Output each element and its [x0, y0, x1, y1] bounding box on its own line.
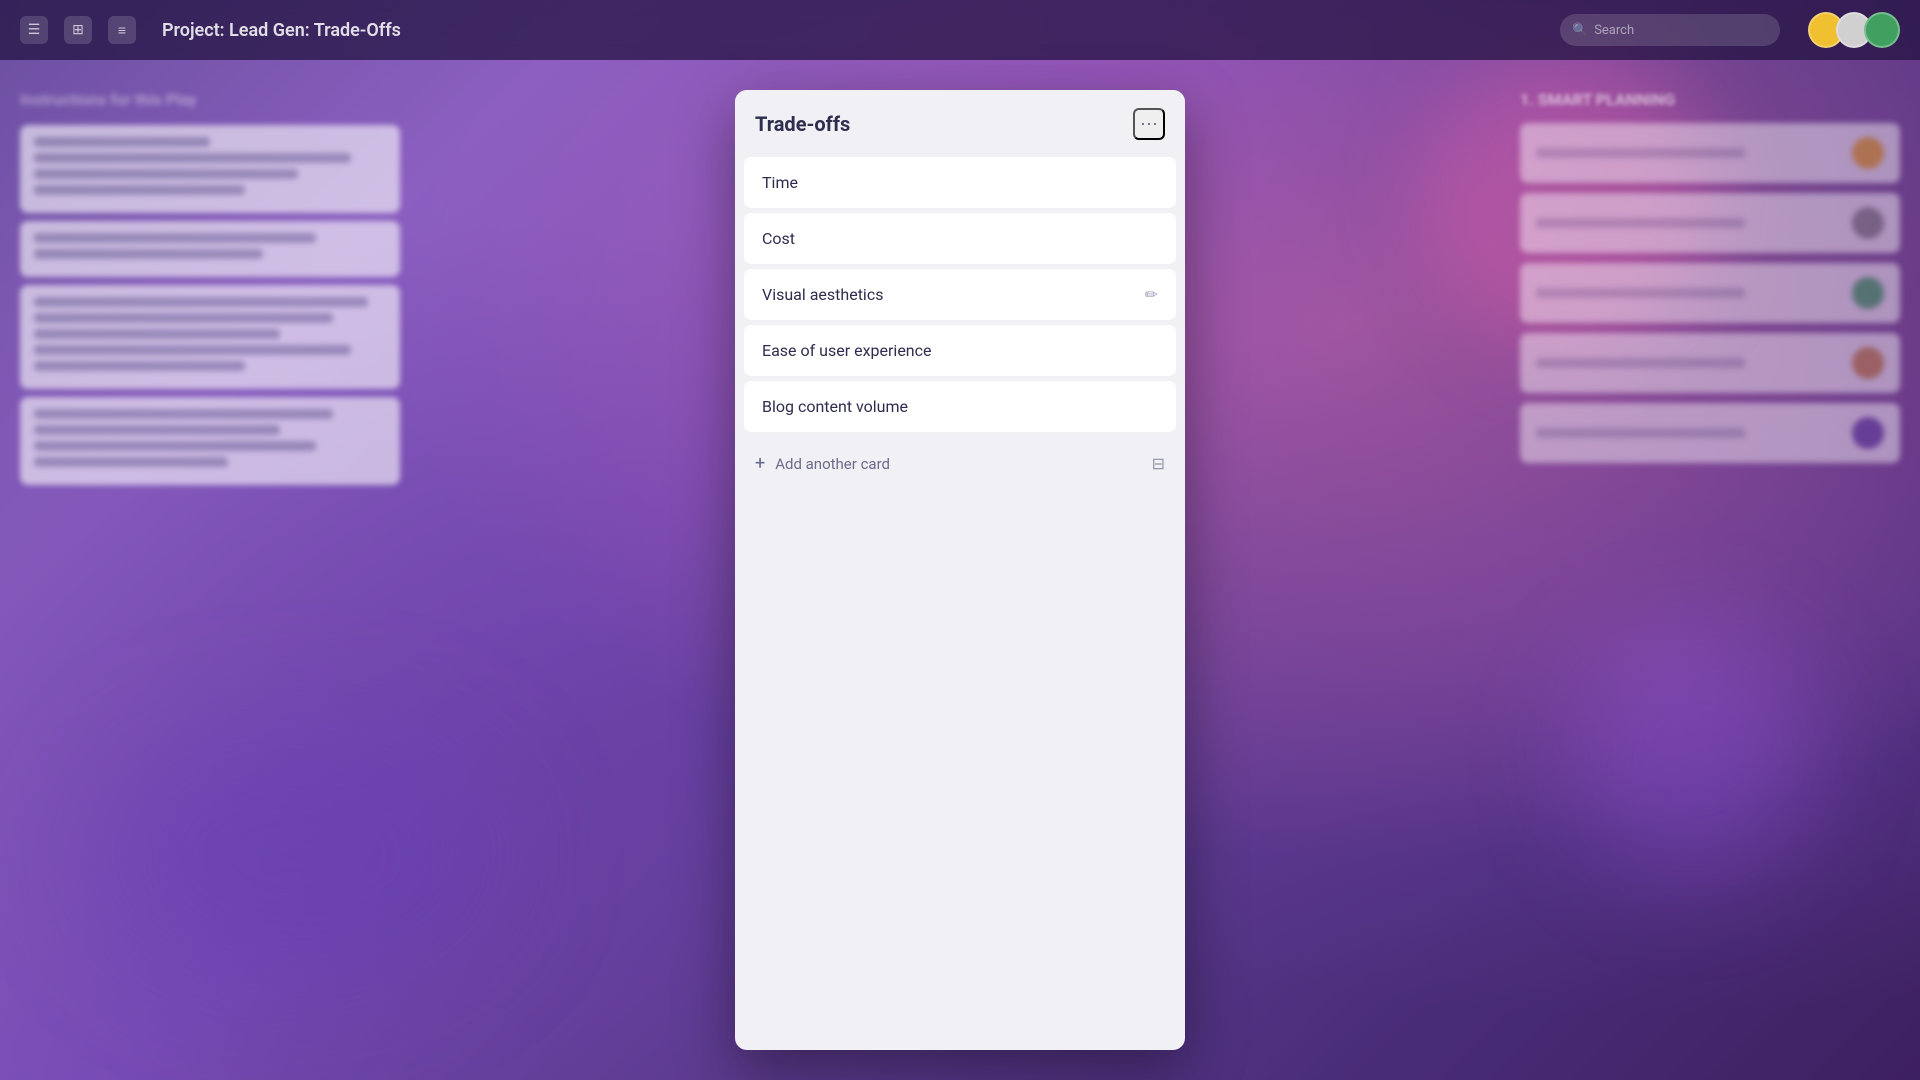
right-line	[1536, 358, 1745, 368]
right-card-5	[1520, 403, 1900, 463]
left-column-content	[20, 125, 400, 485]
right-line	[1536, 148, 1745, 158]
add-card-label: Add another card	[775, 455, 890, 473]
card-cost-label: Cost	[762, 229, 795, 248]
right-avatar-1	[1852, 137, 1884, 169]
right-line	[1536, 428, 1745, 438]
blurred-line	[34, 329, 280, 339]
card-visual-aesthetics[interactable]: Visual aesthetics ✏	[743, 268, 1177, 321]
blurred-card-4	[20, 397, 400, 485]
menu-icon[interactable]: ☰	[20, 16, 48, 44]
blurred-line	[34, 249, 263, 259]
avatar-3	[1864, 12, 1900, 48]
blurred-line	[34, 137, 210, 147]
blurred-line	[34, 361, 245, 371]
card-ease-label: Ease of user experience	[762, 341, 932, 360]
right-line	[1536, 288, 1745, 298]
card-blog-label: Blog content volume	[762, 397, 908, 416]
right-column-title: 1. SMART PLANNING	[1520, 90, 1900, 109]
left-column: Instructions for this Play	[20, 90, 400, 1050]
add-card-left: + Add another card	[755, 453, 890, 474]
edit-icon: ✏	[1145, 285, 1158, 304]
right-column-content	[1520, 123, 1900, 463]
blurred-line	[34, 457, 228, 467]
right-line	[1536, 218, 1745, 228]
panel-header: Trade-offs ⋯	[735, 90, 1185, 156]
blurred-card-1	[20, 125, 400, 213]
blurred-line	[34, 345, 351, 355]
board: Instructions for this Play	[0, 60, 1920, 1080]
right-avatar-2	[1852, 207, 1884, 239]
card-blog-content[interactable]: Blog content volume	[743, 380, 1177, 433]
card-cost[interactable]: Cost	[743, 212, 1177, 265]
tradeoffs-panel: Trade-offs ⋯ Time Cost Visual aesthetics…	[735, 90, 1185, 1050]
list-icon[interactable]: ≡	[108, 16, 136, 44]
blurred-line	[34, 441, 316, 451]
blurred-line	[34, 409, 333, 419]
right-avatar-3	[1852, 277, 1884, 309]
blurred-line	[34, 425, 280, 435]
blurred-card-2	[20, 221, 400, 277]
topbar: ☰ ⊞ ≡ Project: Lead Gen: Trade-Offs 🔍 Se…	[0, 0, 1920, 60]
blurred-line	[34, 153, 351, 163]
blurred-line	[34, 169, 298, 179]
left-column-title: Instructions for this Play	[20, 90, 400, 109]
card-ease-ux[interactable]: Ease of user experience	[743, 324, 1177, 377]
search-bar[interactable]: 🔍 Search	[1560, 14, 1780, 46]
center-column: Trade-offs ⋯ Time Cost Visual aesthetics…	[420, 90, 1500, 1050]
panel-title: Trade-offs	[755, 112, 850, 136]
card-visual-label: Visual aesthetics	[762, 285, 883, 304]
grid-icon[interactable]: ⊞	[64, 16, 92, 44]
blurred-card-3	[20, 285, 400, 389]
blurred-line	[34, 297, 368, 307]
card-time[interactable]: Time	[743, 156, 1177, 209]
search-icon: 🔍	[1572, 23, 1588, 38]
blurred-line	[34, 233, 316, 243]
search-placeholder: Search	[1594, 23, 1634, 38]
right-card-3	[1520, 263, 1900, 323]
right-avatar-4	[1852, 347, 1884, 379]
right-card-2	[1520, 193, 1900, 253]
page-title: Project: Lead Gen: Trade-Offs	[162, 20, 1544, 41]
right-avatar-5	[1852, 417, 1884, 449]
card-time-label: Time	[762, 173, 798, 192]
right-column: 1. SMART PLANNING	[1520, 90, 1900, 1050]
panel-menu-button[interactable]: ⋯	[1133, 108, 1165, 140]
blurred-line	[34, 185, 245, 195]
add-card-button[interactable]: + Add another card ⊟	[735, 437, 1185, 490]
right-card-4	[1520, 333, 1900, 393]
plus-icon: +	[755, 453, 765, 474]
blurred-line	[34, 313, 333, 323]
right-card-1	[1520, 123, 1900, 183]
template-icon: ⊟	[1152, 454, 1165, 473]
avatar-group	[1816, 12, 1900, 48]
